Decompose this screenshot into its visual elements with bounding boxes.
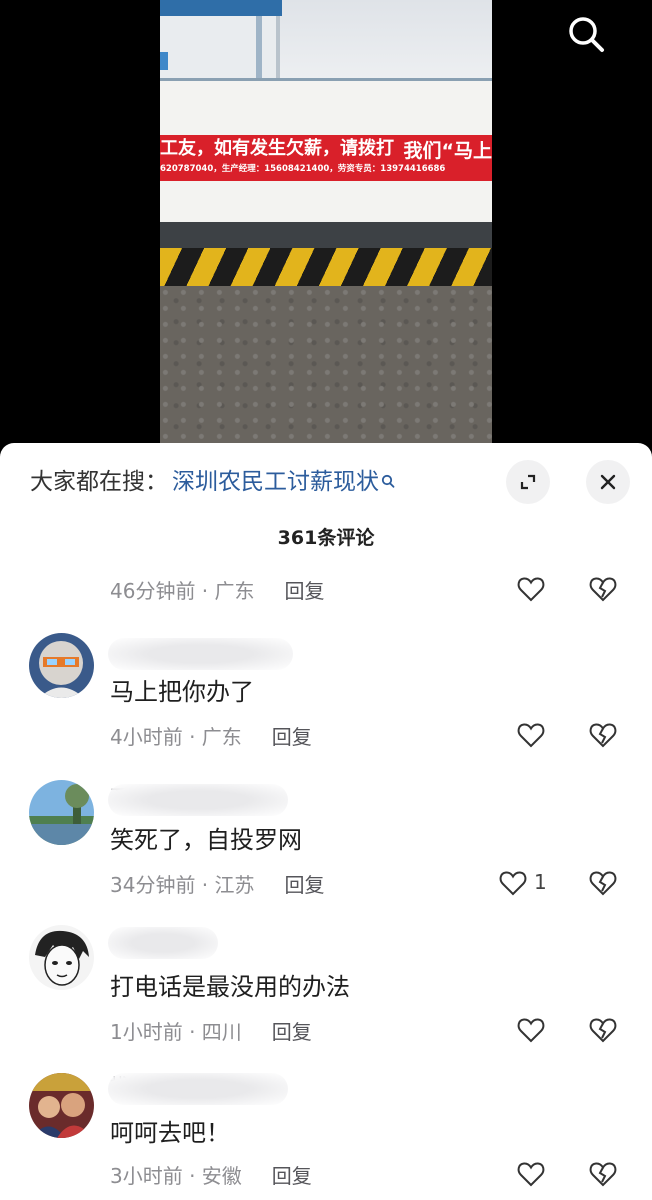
comment-count: 361条评论 <box>277 527 375 549</box>
banner-main-text: 工友，如有发生欠薪，请拨打 <box>160 138 394 159</box>
broken-heart-icon[interactable] <box>588 1159 618 1189</box>
comment-item: 马上把你办了 4小时前 · 广东 回复 <box>0 630 652 760</box>
search-icon[interactable] <box>562 10 610 58</box>
video-building <box>160 0 282 82</box>
reply-button[interactable]: 回复 <box>285 869 325 898</box>
broken-heart-icon[interactable] <box>588 868 618 898</box>
comment-item: 打电话是最没用的办法 1小时前 · 四川 回复 <box>0 925 652 1055</box>
comment-item: 拔 呵呵去吧！ 3小时前 · 安徽 回复 <box>0 1071 652 1200</box>
video-ground <box>160 286 492 460</box>
hot-search-prefix: 大家都在搜： <box>30 469 168 495</box>
username-blurred <box>108 784 288 816</box>
avatar[interactable] <box>29 1073 94 1138</box>
reply-button[interactable]: 回复 <box>272 721 312 750</box>
expand-icon[interactable] <box>506 460 550 504</box>
avatar[interactable] <box>29 780 94 845</box>
reply-button[interactable]: 回复 <box>272 1160 312 1189</box>
reply-button[interactable]: 回复 <box>285 575 325 604</box>
username-blurred <box>108 1073 288 1105</box>
username-blurred <box>108 638 293 670</box>
comment-text: 打电话是最没用的办法 <box>110 973 350 1001</box>
comment-item: 46分钟前 · 广东 回复 <box>0 568 652 613</box>
heart-icon[interactable] <box>516 574 546 604</box>
hot-search-bar: 大家都在搜： 深圳农民工讨薪现状 <box>30 467 395 497</box>
broken-heart-icon[interactable] <box>588 720 618 750</box>
comment-meta: 3小时前 · 安徽 <box>110 1163 242 1188</box>
heart-icon[interactable] <box>516 1015 546 1045</box>
banner-right-text: 我们“马上 <box>397 137 492 165</box>
comment-text: 笑死了，自投罗网 <box>110 826 302 854</box>
avatar[interactable] <box>29 633 94 698</box>
comment-meta: 46分钟前 · 广东 <box>110 578 255 603</box>
video-banner: 工友，如有发生欠薪，请拨打 我们“马上 620787040，生产经理：15608… <box>160 135 492 181</box>
comment-item: 万里 笑死了，自投罗网 34分钟前 · 江苏 回复 1 <box>0 778 652 908</box>
broken-heart-icon[interactable] <box>588 574 618 604</box>
video-curb <box>160 248 492 288</box>
comment-text: 马上把你办了 <box>110 678 254 706</box>
like-count: 1 <box>534 870 547 894</box>
comment-meta: 1小时前 · 四川 <box>110 1019 242 1044</box>
comment-text: 呵呵去吧！ <box>110 1119 230 1147</box>
heart-icon[interactable] <box>498 868 528 898</box>
hot-search-link[interactable]: 深圳农民工讨薪现状 <box>172 467 379 497</box>
banner-phone-text: 620787040，生产经理：15608421400，劳资专员：13974416… <box>160 164 446 174</box>
broken-heart-icon[interactable] <box>588 1015 618 1045</box>
search-icon[interactable] <box>381 474 395 490</box>
close-icon[interactable] <box>586 460 630 504</box>
video-frame[interactable]: 工友，如有发生欠薪，请拨打 我们“马上 620787040，生产经理：15608… <box>160 0 492 460</box>
comment-panel: 大家都在搜： 深圳农民工讨薪现状 361条评论 46分钟前 · 广东 回复 马上… <box>0 443 652 1200</box>
comment-meta: 4小时前 · 广东 <box>110 724 242 749</box>
heart-icon[interactable] <box>516 720 546 750</box>
video-player[interactable]: 工友，如有发生欠薪，请拨打 我们“马上 620787040，生产经理：15608… <box>0 0 652 460</box>
avatar[interactable] <box>29 925 94 990</box>
comment-meta: 34分钟前 · 江苏 <box>110 872 255 897</box>
username-blurred <box>108 927 218 959</box>
heart-icon[interactable] <box>516 1159 546 1189</box>
reply-button[interactable]: 回复 <box>272 1016 312 1045</box>
